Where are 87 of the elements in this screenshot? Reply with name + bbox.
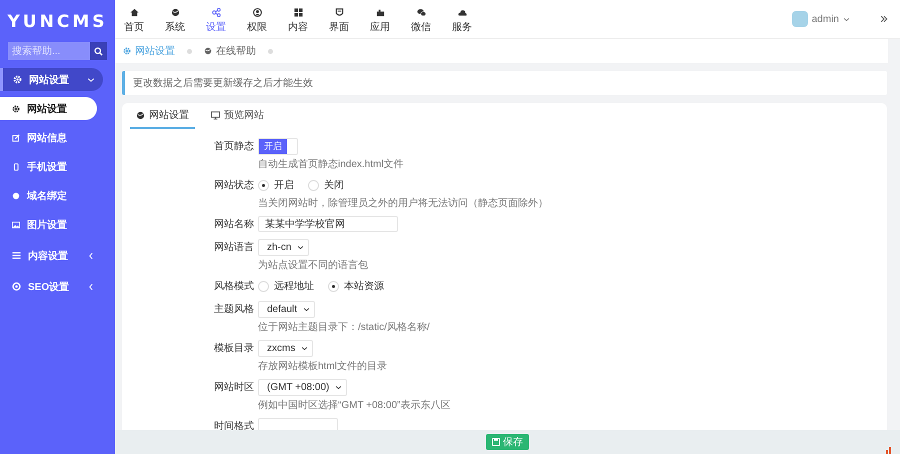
notice-message: 更改数据之后需要更新缓存之后才能生效 — [122, 71, 887, 95]
chart-icon — [886, 446, 892, 454]
radio-option[interactable]: 本站资源 — [328, 279, 384, 293]
search-icon — [94, 46, 103, 56]
select-dropdown[interactable]: default — [258, 300, 316, 318]
field-label: 时间格式 — [214, 420, 255, 430]
nav-tab[interactable]: 设置 — [197, 4, 235, 34]
nav-tab[interactable]: 首页 — [115, 4, 153, 34]
chat-icon — [416, 8, 426, 17]
sidebar-subitem[interactable]: 网站设置 — [0, 97, 97, 120]
settings-tab[interactable]: 预览网站 — [205, 103, 270, 129]
nav-tab[interactable]: 应用 — [361, 4, 399, 34]
close-dot-icon[interactable] — [187, 48, 192, 54]
sidebar-item[interactable]: 内容设置 — [0, 244, 103, 267]
gear-icon — [13, 75, 22, 84]
image-icon — [12, 220, 20, 228]
radio-option[interactable]: 关闭 — [308, 178, 344, 192]
phone-icon — [12, 162, 20, 170]
shield-icon — [334, 8, 344, 17]
select-dropdown[interactable]: zxcms — [258, 340, 314, 356]
field-hint: 为站点设置不同的语言包 — [257, 258, 369, 272]
monitor-icon — [211, 110, 220, 120]
search-button[interactable] — [90, 42, 107, 60]
close-dot-icon[interactable] — [268, 48, 273, 54]
radio-label: 开启 — [274, 178, 294, 192]
radio-button[interactable] — [258, 180, 269, 190]
select-dropdown[interactable]: zh-cn — [258, 238, 310, 256]
caret-icon — [843, 16, 850, 22]
radio-option[interactable]: 远程地址 — [258, 279, 314, 293]
nav-tab[interactable]: 内容 — [279, 4, 317, 34]
toggle-switch[interactable]: 开启 — [258, 138, 298, 154]
user-menu[interactable]: admin — [792, 11, 850, 27]
settings-tab[interactable]: 网站设置 — [130, 103, 195, 129]
nav-tab[interactable]: 微信 — [402, 4, 440, 34]
nav-tab[interactable]: 界面 — [320, 4, 358, 34]
expand-icon[interactable] — [880, 15, 888, 23]
field-hint: 存放网站模板html文件的目录 — [257, 360, 388, 373]
field-label: 网站状态 — [214, 178, 255, 192]
field-label: 网站时区 — [214, 380, 255, 394]
gear-icon — [123, 47, 131, 55]
field-hint: 当关闭网站时，除管理员之外的用户将无法访问（静态页面除外） — [257, 196, 549, 210]
cloud-icon — [458, 8, 466, 17]
caret-icon — [301, 344, 308, 352]
field-label: 网站语言 — [214, 240, 255, 254]
field-label: 首页静态 — [214, 140, 255, 153]
radio-button[interactable] — [328, 280, 339, 292]
radio-button[interactable] — [308, 180, 319, 190]
radio-label: 远程地址 — [274, 280, 314, 293]
field-label: 模板目录 — [214, 342, 255, 355]
edit-icon — [12, 134, 20, 142]
caret-icon — [303, 306, 310, 312]
sidebar-subitem[interactable]: 网站信息 — [0, 126, 97, 149]
menu-icon — [12, 251, 21, 260]
select-dropdown[interactable]: (GMT +08:00) — [258, 378, 348, 396]
sidebar-item[interactable]: SEO设置 — [0, 275, 103, 298]
nav-tab[interactable]: 服务 — [443, 4, 481, 34]
nav-tab[interactable]: 系统 — [156, 4, 194, 34]
gear-icon — [12, 104, 20, 112]
caret-icon — [87, 76, 95, 84]
logo: YUNCMS — [8, 11, 108, 34]
radio-option[interactable]: 开启 — [258, 178, 294, 192]
field-hint: 例如中国时区选择“GMT +08:00”表示东八区 — [257, 398, 452, 412]
radio-button[interactable] — [258, 280, 269, 292]
sidebar-subitem[interactable]: 手机设置 — [0, 155, 97, 178]
share-icon — [212, 8, 220, 17]
caret-icon — [335, 384, 342, 390]
home-icon — [130, 8, 138, 17]
caret-icon — [87, 282, 95, 290]
field-hint: 位于网站主题目录下：/static/风格名称/ — [257, 320, 431, 334]
nav-tab[interactable]: 权限 — [238, 4, 276, 34]
sidebar-subitem[interactable]: 图片设置 — [0, 213, 97, 236]
caret-icon — [87, 252, 95, 260]
text-input[interactable]: 某某中学学校官网 — [258, 216, 398, 232]
sidebar-subitem[interactable]: 域名绑定 — [0, 184, 97, 207]
field-label: 网站名称 — [214, 218, 255, 231]
user-icon — [252, 8, 262, 17]
sidebar-item[interactable]: 网站设置 — [0, 68, 103, 91]
breadcrumb-tab[interactable]: 在线帮助 — [204, 44, 256, 58]
avatar — [792, 11, 808, 27]
radio-label: 本站资源 — [344, 280, 384, 293]
field-label: 风格模式 — [214, 280, 255, 293]
caret-icon — [297, 244, 304, 250]
field-label: 主题风格 — [214, 302, 255, 316]
radio-label: 关闭 — [324, 178, 344, 192]
grid-icon — [294, 8, 302, 17]
field-hint: 自动生成首页静态index.html文件 — [257, 158, 405, 171]
save-icon — [492, 438, 500, 446]
